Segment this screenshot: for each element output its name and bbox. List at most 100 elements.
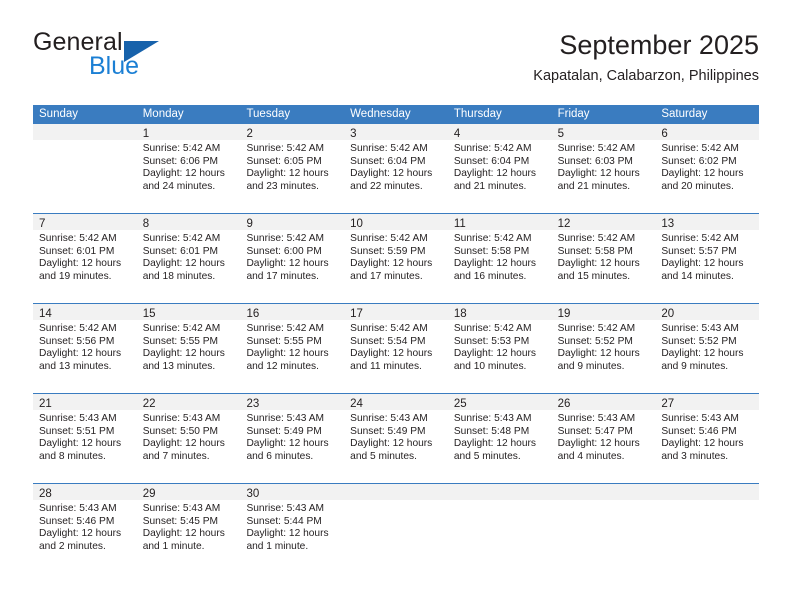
weekday-header-wednesday: Wednesday — [350, 108, 411, 120]
day-number: 23 — [246, 398, 260, 410]
page-title: September 2025 — [559, 30, 759, 60]
calendar-day-cell[interactable]: 11 Sunrise: 5:42 AM Sunset: 5:58 PM Dayligh… — [447, 214, 552, 303]
day-number-band: 23 — [240, 394, 345, 410]
sunrise-text: Sunrise: 5:43 AM — [39, 503, 117, 514]
sunrise-text: Sunrise: 5:42 AM — [142, 323, 221, 334]
day-number-band: 2 — [240, 124, 345, 140]
sunset-text: Sunset: 6:00 PM — [246, 245, 322, 257]
day-details — [344, 500, 448, 503]
calendar-day-cell[interactable]: 29 Sunrise: 5:43 AM Sunset: 5:45 PM Dayligh… — [136, 484, 241, 573]
calendar-day-cell[interactable]: 18 Sunrise: 5:42 AM Sunset: 5:53 PM Dayligh… — [447, 304, 552, 393]
day-number: 16 — [246, 308, 260, 320]
calendar-day-cell[interactable]: 22 Sunrise: 5:43 AM Sunset: 5:50 PM Dayligh… — [136, 394, 241, 483]
daylight-text: and 1 minute. — [246, 540, 309, 552]
calendar-day-cell[interactable]: 12 Sunrise: 5:42 AM Sunset: 5:58 PM Dayligh… — [551, 214, 656, 303]
day-number-band: 1 — [136, 124, 241, 140]
day-details: Sunrise: 5:43 AM Sunset: 5:45 PM Daylight:… — [137, 500, 241, 553]
calendar-day-cell[interactable]: 28 Sunrise: 5:43 AM Sunset: 5:46 PM Dayligh… — [33, 484, 137, 573]
daylight-text: and 2 minutes. — [39, 540, 106, 552]
calendar-day-cell[interactable]: 19 Sunrise: 5:42 AM Sunset: 5:52 PM Dayligh… — [551, 304, 656, 393]
weekday-header-row: Sunday Monday Tuesday Wednesday Thursday Frid… — [33, 105, 759, 124]
day-number: 5 — [557, 128, 564, 140]
day-details: Sunrise: 5:42 AM Sunset: 6:00 PM Daylight:… — [240, 230, 344, 283]
sunset-text: Sunset: 6:01 PM — [39, 245, 115, 257]
day-details: Sunrise: 5:42 AM Sunset: 6:01 PM Daylight:… — [33, 230, 137, 283]
daylight-text: and 13 minutes. — [142, 360, 216, 372]
day-number-band: 28 — [33, 484, 137, 500]
sunset-text: Sunset: 5:56 PM — [39, 335, 115, 347]
day-details: Sunrise: 5:43 AM Sunset: 5:46 PM Daylight:… — [33, 500, 137, 553]
day-details: Sunrise: 5:42 AM Sunset: 5:58 PM Daylight:… — [448, 230, 552, 283]
calendar-day-cell[interactable]: 20 Sunrise: 5:43 AM Sunset: 5:52 PM Dayligh… — [655, 304, 760, 393]
daylight-text: and 4 minutes. — [557, 450, 625, 462]
day-number-band: 15 — [136, 304, 241, 320]
calendar-day-cell[interactable]: 1 Sunrise: 5:42 AM Sunset: 6:06 PM Daylight… — [136, 124, 241, 213]
sunrise-text: Sunrise: 5:43 AM — [557, 413, 636, 424]
calendar-day-cell[interactable]: 3 Sunrise: 5:42 AM Sunset: 6:04 PM Daylight… — [344, 124, 448, 213]
calendar-day-cell[interactable]: 21 Sunrise: 5:43 AM Sunset: 5:51 PM Dayligh… — [33, 394, 137, 483]
calendar-day-cell[interactable]: 6 Sunrise: 5:42 AM Sunset: 6:02 PM Daylight… — [655, 124, 760, 213]
sunset-text: Sunset: 5:51 PM — [39, 425, 115, 437]
day-number: 19 — [557, 308, 571, 320]
calendar-day-cell[interactable]: 26 Sunrise: 5:43 AM Sunset: 5:47 PM Dayligh… — [551, 394, 656, 483]
day-details: Sunrise: 5:42 AM Sunset: 6:04 PM Daylight:… — [344, 140, 448, 193]
day-number-band: 12 — [551, 214, 656, 230]
day-number-band: 4 — [447, 124, 552, 140]
weekday-header-monday: Monday — [142, 108, 184, 120]
daylight-text: and 24 minutes. — [142, 180, 216, 192]
sunrise-text: Sunrise: 5:42 AM — [453, 323, 532, 334]
daylight-text: Daylight: 12 hours — [39, 258, 122, 270]
sunset-text: Sunset: 6:04 PM — [350, 155, 426, 167]
calendar-day-cell[interactable]: 5 Sunrise: 5:42 AM Sunset: 6:03 PM Daylight… — [551, 124, 656, 213]
sunrise-text: Sunrise: 5:42 AM — [39, 323, 117, 334]
sunrise-text: Sunrise: 5:42 AM — [350, 143, 428, 154]
day-details: Sunrise: 5:42 AM Sunset: 6:04 PM Daylight:… — [448, 140, 552, 193]
daylight-text: Daylight: 12 hours — [453, 258, 536, 270]
sunrise-text: Sunrise: 5:42 AM — [557, 323, 636, 334]
sunrise-text: Sunrise: 5:43 AM — [661, 413, 739, 424]
day-number-band: 5 — [551, 124, 656, 140]
day-details: Sunrise: 5:42 AM Sunset: 6:05 PM Daylight:… — [240, 140, 344, 193]
daylight-text: Daylight: 12 hours — [557, 348, 640, 360]
calendar-day-cell[interactable]: 17 Sunrise: 5:42 AM Sunset: 5:54 PM Dayligh… — [344, 304, 448, 393]
daylight-text: and 5 minutes. — [350, 450, 417, 462]
day-number-band: 19 — [551, 304, 656, 320]
calendar-day-cell[interactable]: 15 Sunrise: 5:42 AM Sunset: 5:55 PM Dayligh… — [136, 304, 241, 393]
calendar-day-cell[interactable]: 25 Sunrise: 5:43 AM Sunset: 5:48 PM Dayligh… — [447, 394, 552, 483]
calendar-day-cell[interactable]: 14 Sunrise: 5:42 AM Sunset: 5:56 PM Dayligh… — [33, 304, 137, 393]
sunrise-text: Sunrise: 5:43 AM — [246, 503, 325, 514]
calendar-day-cell[interactable]: 10 Sunrise: 5:42 AM Sunset: 5:59 PM Dayligh… — [344, 214, 448, 303]
weekday-header-sunday: Sunday — [39, 108, 79, 120]
calendar-day-cell[interactable]: 9 Sunrise: 5:42 AM Sunset: 6:00 PM Daylight… — [240, 214, 345, 303]
calendar-day-cell[interactable]: 27 Sunrise: 5:43 AM Sunset: 5:46 PM Dayligh… — [655, 394, 760, 483]
calendar-day-cell[interactable]: 16 Sunrise: 5:42 AM Sunset: 5:55 PM Dayligh… — [240, 304, 345, 393]
sunset-text: Sunset: 5:45 PM — [142, 515, 219, 527]
daylight-text: and 16 minutes. — [453, 270, 527, 282]
day-details: Sunrise: 5:43 AM Sunset: 5:47 PM Daylight:… — [552, 410, 656, 463]
daylight-text: and 8 minutes. — [39, 450, 106, 462]
daylight-text: Daylight: 12 hours — [350, 168, 433, 180]
calendar-day-cell-empty — [344, 484, 448, 573]
daylight-text: and 20 minutes. — [661, 180, 734, 192]
day-details — [33, 140, 137, 143]
day-number: 20 — [661, 308, 675, 320]
day-details: Sunrise: 5:42 AM Sunset: 5:54 PM Daylight:… — [344, 320, 448, 373]
calendar-day-cell[interactable]: 13 Sunrise: 5:42 AM Sunset: 5:57 PM Dayligh… — [655, 214, 760, 303]
brand-logo[interactable]: General Blue — [33, 28, 183, 84]
calendar-day-cell[interactable]: 8 Sunrise: 5:42 AM Sunset: 6:01 PM Daylight… — [136, 214, 241, 303]
sunset-text: Sunset: 6:05 PM — [246, 155, 322, 167]
daylight-text: and 17 minutes. — [350, 270, 423, 282]
sunset-text: Sunset: 6:03 PM — [557, 155, 633, 167]
calendar-day-cell[interactable]: 7 Sunrise: 5:42 AM Sunset: 6:01 PM Daylight… — [33, 214, 137, 303]
calendar-day-cell[interactable]: 30 Sunrise: 5:43 AM Sunset: 5:44 PM Dayligh… — [240, 484, 345, 573]
daylight-text: Daylight: 12 hours — [453, 438, 536, 450]
daylight-text: and 17 minutes. — [246, 270, 319, 282]
daylight-text: Daylight: 12 hours — [350, 258, 433, 270]
day-details: Sunrise: 5:42 AM Sunset: 5:56 PM Daylight:… — [33, 320, 137, 373]
weekday-header-thursday: Thursday — [453, 108, 502, 120]
calendar-day-cell[interactable]: 23 Sunrise: 5:43 AM Sunset: 5:49 PM Dayligh… — [240, 394, 345, 483]
daylight-text: Daylight: 12 hours — [246, 528, 329, 540]
calendar-day-cell[interactable]: 4 Sunrise: 5:42 AM Sunset: 6:04 PM Daylight… — [447, 124, 552, 213]
calendar-day-cell[interactable]: 2 Sunrise: 5:42 AM Sunset: 6:05 PM Daylight… — [240, 124, 345, 213]
calendar-day-cell[interactable]: 24 Sunrise: 5:43 AM Sunset: 5:49 PM Dayligh… — [344, 394, 448, 483]
